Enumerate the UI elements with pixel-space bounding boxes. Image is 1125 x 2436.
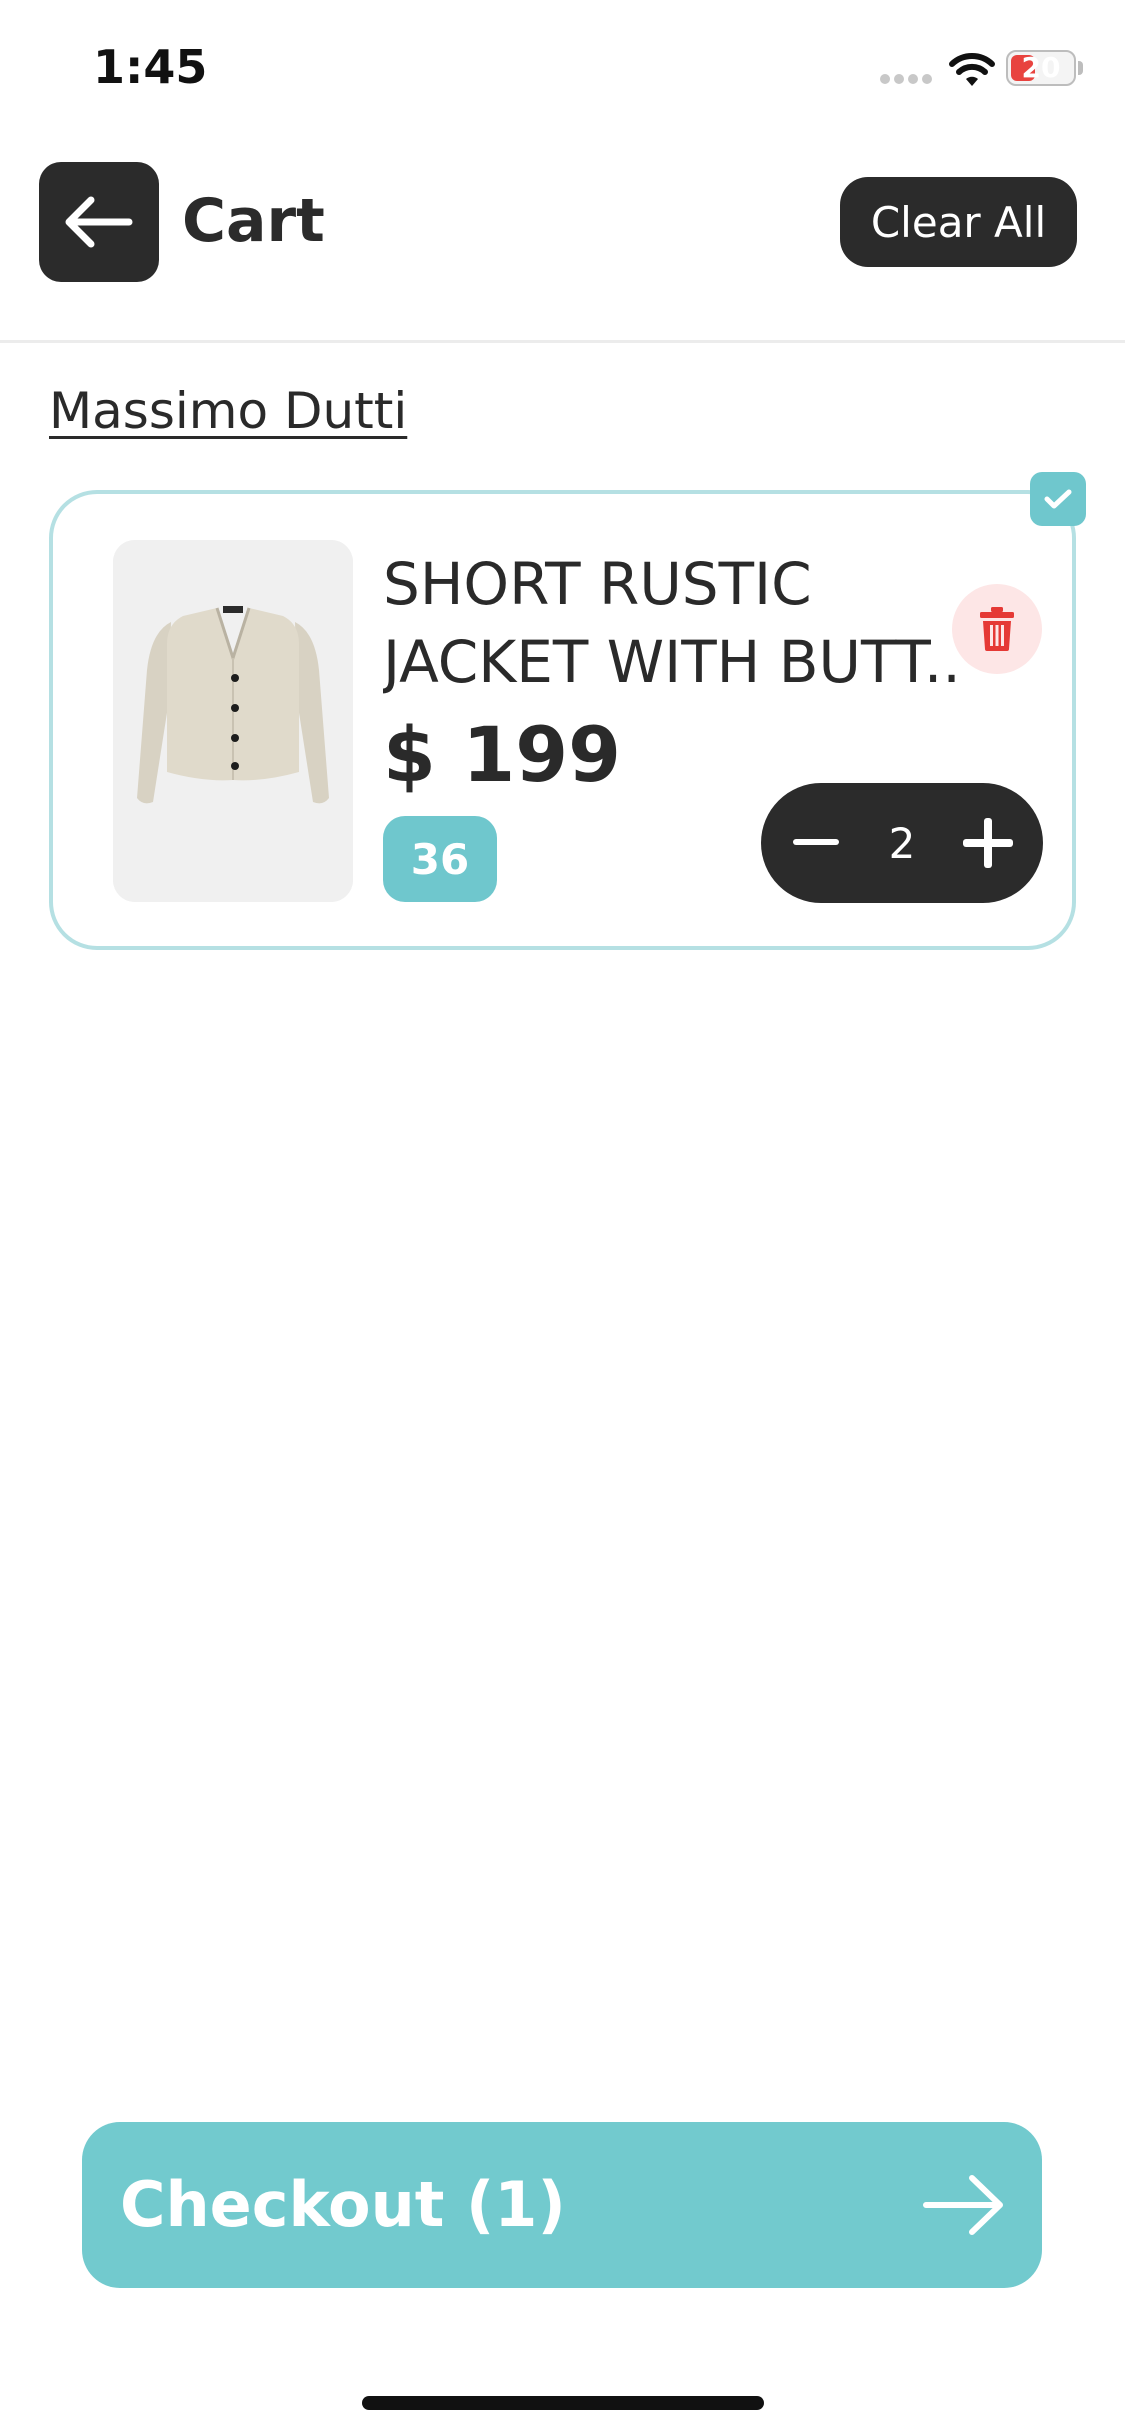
delete-item-button[interactable]	[952, 584, 1042, 674]
battery-nub	[1078, 61, 1083, 75]
header-divider	[0, 340, 1125, 343]
product-name[interactable]: SHORT RUSTIC JACKET WITH BUTT...	[383, 545, 963, 701]
status-time: 1:45	[93, 40, 208, 94]
battery-icon: 20	[1006, 50, 1076, 86]
clear-all-button[interactable]: Clear All	[840, 177, 1077, 267]
size-badge: 36	[383, 816, 497, 902]
product-name-line-2: JACKET WITH BUTT...	[383, 628, 963, 696]
trash-icon	[980, 607, 1014, 651]
wifi-icon	[949, 53, 995, 86]
decrease-quantity-button[interactable]	[771, 783, 861, 903]
product-image[interactable]	[113, 540, 353, 902]
status-bar: 1:45 20	[0, 0, 1125, 140]
checkmark-icon	[1044, 489, 1072, 509]
plus-icon	[963, 818, 1013, 868]
checkout-label: Checkout (1)	[120, 2168, 566, 2241]
quantity-stepper: 2	[761, 783, 1043, 903]
increase-quantity-button[interactable]	[943, 783, 1033, 903]
arrow-right-icon	[923, 2175, 1003, 2235]
quantity-value: 2	[888, 818, 916, 868]
product-name-line-1: SHORT RUSTIC	[383, 550, 812, 618]
jacket-image	[113, 540, 353, 902]
checkout-button[interactable]: Checkout (1)	[82, 2122, 1042, 2288]
arrow-left-icon	[65, 196, 133, 248]
store-name-link[interactable]: Massimo Dutti	[49, 382, 407, 440]
back-button[interactable]	[39, 162, 159, 282]
battery-level: 20	[1021, 51, 1061, 84]
product-price: $ 199	[383, 710, 621, 799]
minus-icon	[793, 839, 839, 845]
home-indicator[interactable]	[362, 2396, 764, 2410]
cellular-signal-icon	[880, 74, 934, 86]
item-select-checkbox[interactable]	[1030, 472, 1086, 526]
page-title: Cart	[182, 186, 325, 256]
